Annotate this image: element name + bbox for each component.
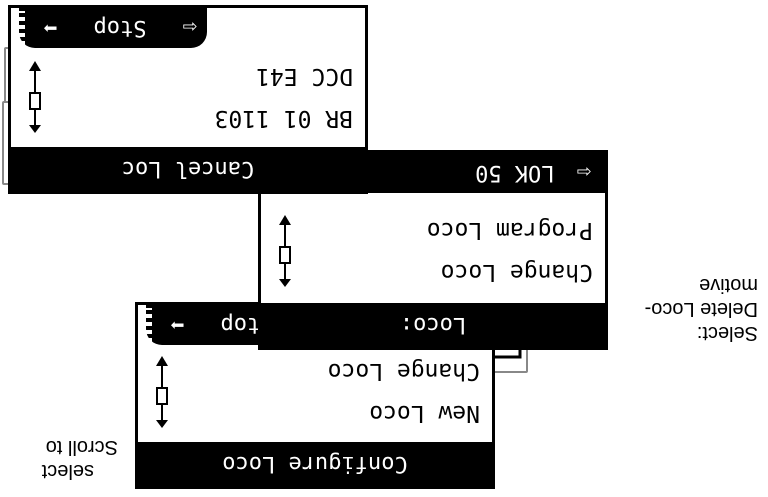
status-label: Stop xyxy=(93,15,147,41)
forward-arrow-icon[interactable]: ➡ xyxy=(33,14,67,42)
note-line: select xyxy=(41,460,94,482)
forward-arrow-icon[interactable]: ➡ xyxy=(160,311,194,339)
scroll-indicator-icon xyxy=(156,356,168,428)
screen-footer: Configure Loco xyxy=(138,442,492,486)
footer-label: Loco: xyxy=(399,312,467,338)
note-line: Delete Loco- xyxy=(644,298,758,320)
menu-item-change-loco[interactable]: Change Loco xyxy=(328,358,480,384)
note-line: Scroll to xyxy=(45,436,118,458)
manual-illustration: Configure Loco New Loco Change Loco ⇦ St… xyxy=(0,0,768,497)
status-bar: ⇦ Stop ➡ xyxy=(19,8,207,48)
scroll-indicator-icon xyxy=(279,215,291,287)
dotted-divider xyxy=(19,11,25,45)
footer-label: Configure Loco xyxy=(222,451,408,477)
back-arrow-icon[interactable]: ⇦ xyxy=(172,14,206,42)
menu-item-program-loco[interactable]: Program Loco xyxy=(427,217,593,243)
menu-item-br-01-1103[interactable]: BR 01 1103 xyxy=(215,105,353,131)
dotted-divider xyxy=(146,308,152,342)
note-line: Select: xyxy=(696,322,758,344)
footer-label: Cancel Loc xyxy=(121,156,255,182)
menu-item-change-loco[interactable]: Change Loco xyxy=(441,259,593,285)
status-label: LOK 50 xyxy=(475,160,555,186)
menu-item-new-loco[interactable]: New Loco xyxy=(369,400,480,426)
note-select-delete: Select: Delete Loco- motive xyxy=(645,273,758,345)
menu-item-dcc-e41[interactable]: DCC E41 xyxy=(256,63,353,89)
back-arrow-icon[interactable]: ⇦ xyxy=(567,159,605,187)
scroll-indicator-icon xyxy=(29,61,41,133)
note-line: motive xyxy=(699,274,758,296)
note-scroll-select: select Scroll to xyxy=(42,435,118,483)
screen-footer: Loco: xyxy=(261,303,605,347)
screen-cancel-loc: Cancel Loc BR 01 1103 DCC E41 ⇦ Stop ➡ xyxy=(8,5,368,194)
screen-footer: Cancel Loc xyxy=(11,147,365,191)
